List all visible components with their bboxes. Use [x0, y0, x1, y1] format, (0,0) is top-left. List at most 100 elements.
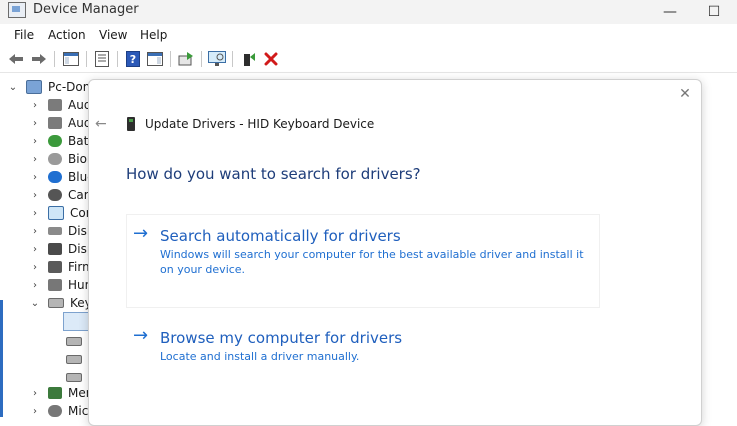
display-adapter-icon [48, 243, 62, 255]
browse-my-computer-option[interactable]: → Browse my computer for drivers Locate … [126, 316, 600, 374]
maximize-button[interactable]: ☐ [700, 0, 728, 24]
tree-item-label: Aud [68, 98, 90, 112]
menu-file[interactable]: File [14, 27, 34, 43]
device-tree: ⌄ Pc-Dom › Aud › Aud › Batt › Biom › Blu… [0, 74, 90, 417]
scan-hardware-icon[interactable] [208, 50, 226, 68]
tree-item-label: Key [70, 296, 90, 310]
close-icon[interactable]: ✕ [677, 86, 693, 102]
minimize-button[interactable]: — [656, 0, 684, 24]
tree-item-keyboards[interactable]: ⌄ Key [30, 294, 90, 312]
bluetooth-icon [48, 171, 62, 183]
disk-drive-icon [48, 227, 62, 235]
arrow-right-icon: → [133, 325, 149, 346]
chevron-right-icon[interactable]: › [30, 118, 40, 129]
tree-item-computer[interactable]: › Com [30, 204, 90, 222]
keyboard-icon [66, 354, 82, 364]
tree-child-keyboard-2[interactable] [66, 332, 88, 350]
hid-icon [48, 279, 62, 291]
keyboard-icon [66, 372, 82, 382]
tree-item-display-adapters[interactable]: › Disp [30, 240, 90, 258]
menu-action[interactable]: Action [48, 27, 86, 43]
monitor-icon [48, 206, 64, 220]
chevron-right-icon[interactable]: › [30, 136, 40, 147]
tree-item-hid[interactable]: › Hum [30, 276, 90, 294]
show-hide-console-tree-icon[interactable] [62, 50, 80, 68]
tree-item-disk-drives[interactable]: › Disk [30, 222, 90, 240]
menu-view[interactable]: View [99, 27, 127, 43]
tree-item-audio-inputs[interactable]: › Aud [30, 96, 90, 114]
tree-item-biometric[interactable]: › Biom [30, 150, 90, 168]
menu-bar: File Action View Help [0, 24, 737, 46]
enable-device-icon[interactable] [240, 50, 258, 68]
toolbar-separator [54, 51, 55, 67]
tree-child-keyboard-3[interactable] [66, 350, 88, 368]
chevron-right-icon[interactable]: › [30, 154, 40, 165]
device-manager-icon [8, 2, 26, 18]
uninstall-device-icon[interactable] [262, 50, 280, 68]
forward-icon[interactable] [30, 50, 48, 68]
option-title[interactable]: Search automatically for drivers [160, 227, 401, 245]
dialog-title: Update Drivers - HID Keyboard Device [145, 117, 375, 131]
tree-item-audio-processing[interactable]: › Aud [30, 114, 90, 132]
tree-item-label: Disp [68, 242, 90, 256]
action-pane-icon[interactable] [146, 50, 164, 68]
chevron-right-icon[interactable]: › [30, 406, 40, 417]
toolbar-separator [170, 51, 171, 67]
chevron-right-icon[interactable]: › [30, 100, 40, 111]
speaker-icon [48, 117, 62, 129]
chevron-right-icon[interactable]: › [30, 172, 40, 183]
help-icon[interactable]: ? [124, 50, 142, 68]
chevron-right-icon[interactable]: › [30, 262, 40, 273]
toolbar-separator [232, 51, 233, 67]
tree-item-label: Mic [68, 404, 89, 417]
computer-icon [26, 80, 42, 94]
tree-item-firmware[interactable]: › Firm [30, 258, 90, 276]
tree-item-bluetooth[interactable]: › Blue [30, 168, 90, 186]
toolbar: ? [0, 46, 737, 73]
camera-icon [48, 189, 62, 201]
fingerprint-icon [48, 153, 62, 165]
memory-icon [48, 387, 62, 399]
properties-icon[interactable] [93, 50, 111, 68]
tree-item-label: Batt [68, 134, 90, 148]
chevron-right-icon[interactable]: › [30, 226, 40, 237]
update-driver-icon[interactable] [177, 50, 195, 68]
tree-item-label: Com [70, 206, 90, 220]
tree-item-cameras[interactable]: › Cam [30, 186, 90, 204]
search-automatically-option[interactable]: → Search automatically for drivers Windo… [126, 214, 600, 308]
option-description: Windows will search your computer for th… [160, 248, 584, 276]
tree-item-label: Cam [68, 188, 90, 202]
dialog-heading: How do you want to search for drivers? [126, 165, 421, 183]
toolbar-separator [201, 51, 202, 67]
option-description: Locate and install a driver manually. [160, 350, 360, 363]
menu-help[interactable]: Help [140, 27, 167, 43]
keyboard-icon [66, 336, 82, 346]
chevron-right-icon[interactable]: › [30, 280, 40, 291]
back-icon[interactable] [7, 50, 25, 68]
tree-item-mice[interactable]: › Mic [30, 402, 88, 417]
background-edge [0, 300, 3, 417]
device-manager-window: Device Manager — ☐ File Action View Help… [0, 0, 737, 426]
chevron-right-icon[interactable]: › [30, 190, 40, 201]
tree-item-label: Biom [68, 152, 90, 166]
tree-root[interactable]: ⌄ Pc-Dom [8, 78, 90, 96]
tree-item-memory[interactable]: › Men [30, 384, 90, 402]
firmware-icon [48, 261, 62, 273]
chevron-right-icon[interactable]: › [30, 244, 40, 255]
mouse-icon [48, 405, 62, 417]
window-title: Device Manager [33, 2, 139, 17]
tree-item-batteries[interactable]: › Batt [30, 132, 90, 150]
tree-item-label: Hum [68, 278, 90, 292]
title-bar: Device Manager — ☐ [0, 0, 737, 24]
toolbar-separator [117, 51, 118, 67]
chevron-right-icon[interactable]: › [30, 208, 40, 219]
keyboard-icon [48, 298, 64, 308]
tree-item-label: Men [68, 386, 90, 400]
selected-tree-item[interactable] [63, 312, 91, 331]
chevron-down-icon[interactable]: ⌄ [30, 298, 40, 309]
chevron-down-icon[interactable]: ⌄ [8, 82, 18, 93]
toolbar-separator [86, 51, 87, 67]
option-title[interactable]: Browse my computer for drivers [160, 329, 402, 347]
back-arrow-icon[interactable]: ← [95, 116, 107, 132]
chevron-right-icon[interactable]: › [30, 388, 40, 399]
